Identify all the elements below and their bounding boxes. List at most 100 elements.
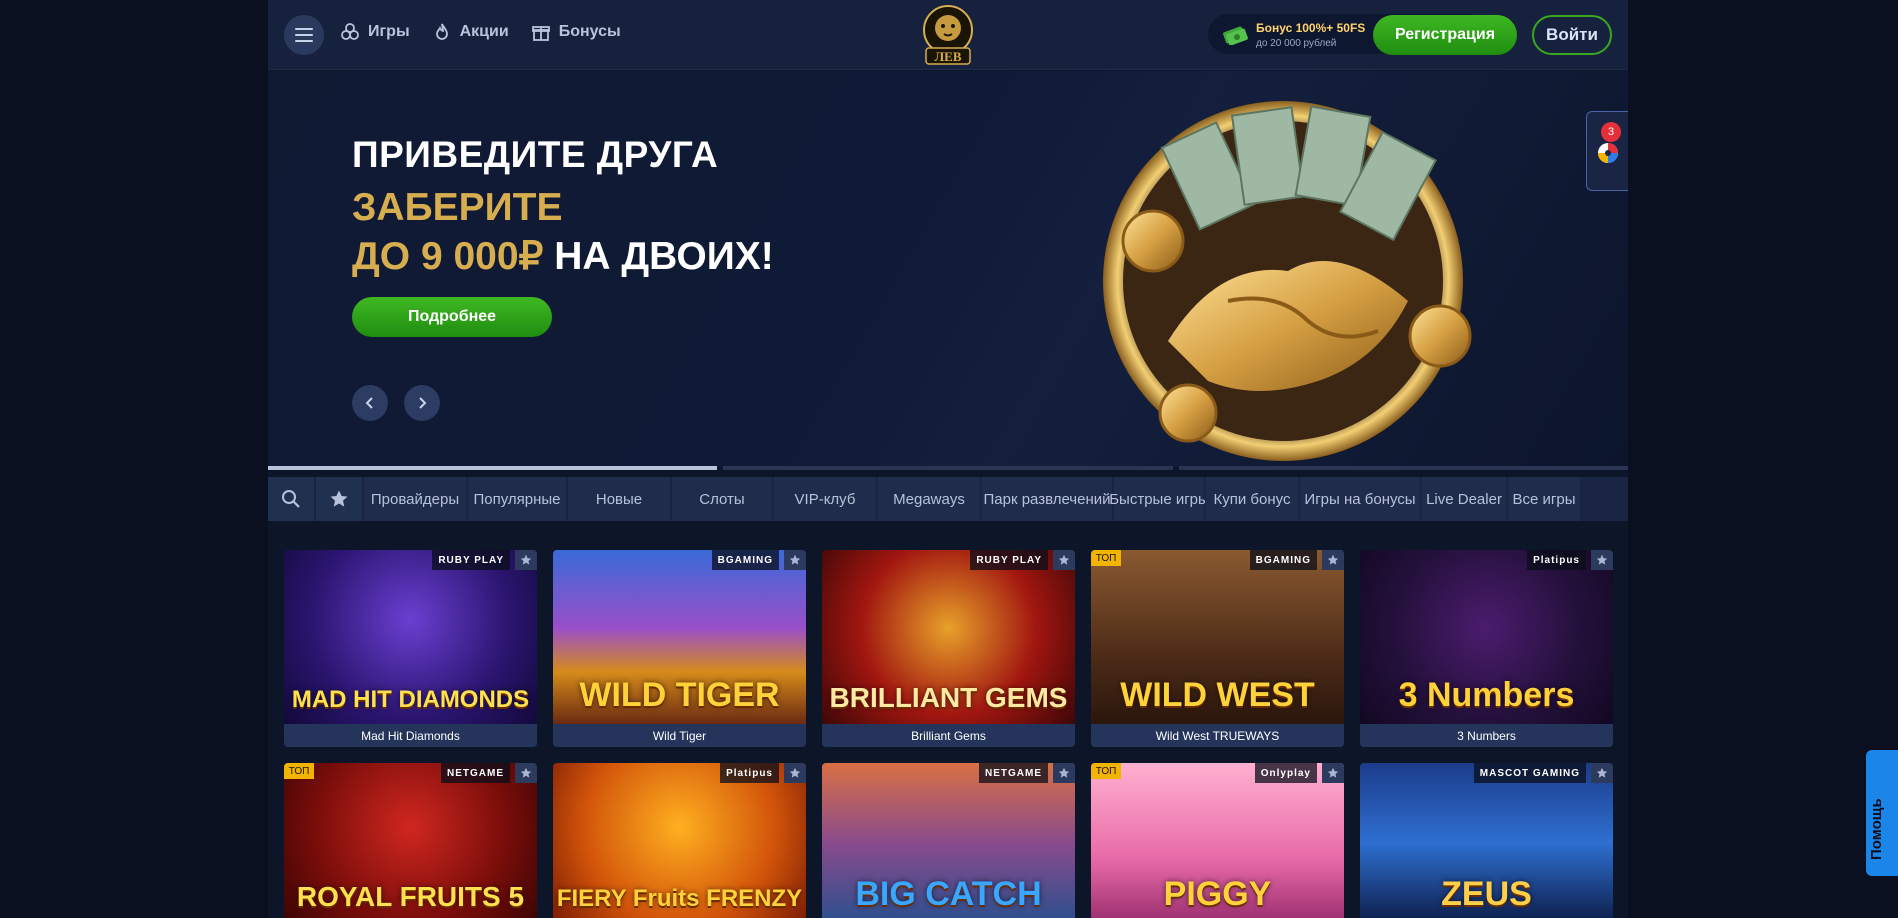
banner-amount-white: НА ДВОИХ! (554, 235, 774, 278)
game-thumbnail[interactable]: BRILLIANT GEMS RUBY PLAY (822, 550, 1075, 724)
category-tab[interactable]: Все игры (1508, 477, 1580, 521)
game-art-title: FIERY Fruits FRENZY (556, 885, 803, 912)
provider-badge: RUBY PLAY (432, 550, 510, 570)
slide-indicator-1[interactable] (268, 466, 718, 470)
favorite-button[interactable] (1591, 550, 1613, 570)
provider-badge: BGAMING (711, 550, 779, 570)
slide-progress (268, 466, 1628, 471)
search-button[interactable] (268, 477, 314, 521)
category-tab[interactable]: Парк развлечений (982, 477, 1112, 521)
category-tab[interactable]: Игры на бонусы (1300, 477, 1420, 521)
game-art-title: MAD HIT DIAMONDS (291, 686, 530, 713)
star-icon (1327, 554, 1339, 565)
top-badge: ТОП (284, 763, 314, 779)
cash-icon (1223, 26, 1248, 45)
game-thumbnail[interactable]: 3 Numbers Platipus (1360, 550, 1613, 724)
category-tab[interactable]: Live Dealer (1422, 477, 1506, 521)
favorite-button[interactable] (1322, 763, 1344, 783)
provider-badge: Onlyplay (1254, 763, 1317, 783)
category-tab[interactable]: Провайдеры (364, 477, 466, 521)
login-button[interactable]: Войти (1532, 15, 1612, 55)
game-name[interactable]: Wild West TRUEWAYS (1091, 724, 1344, 747)
game-thumbnail[interactable]: WILD WEST ТОП BGAMING (1091, 550, 1344, 724)
favorite-button[interactable] (515, 763, 537, 783)
star-icon (520, 767, 532, 778)
favorite-button[interactable] (1053, 763, 1075, 783)
chevron-right-icon (419, 397, 427, 409)
favorite-button[interactable] (784, 763, 806, 783)
games-icon (341, 23, 359, 40)
logo-text: ЛЕВ (934, 49, 961, 64)
game-card[interactable]: BRILLIANT GEMS RUBY PLAY Brilliant Gems (822, 550, 1075, 747)
favorite-button[interactable] (515, 550, 537, 570)
slide-indicator-3[interactable] (1178, 466, 1628, 470)
game-name[interactable]: Brilliant Gems (822, 724, 1075, 747)
game-card[interactable]: WILD WEST ТОП BGAMING Wild West TRUEWAYS (1091, 550, 1344, 747)
register-button[interactable]: Регистрация (1373, 15, 1517, 55)
category-tab[interactable]: Слоты (672, 477, 772, 521)
star-icon (1327, 767, 1339, 778)
menu-button[interactable] (284, 15, 324, 55)
game-art-title: ROYAL FRUITS 5 (296, 881, 525, 912)
game-card[interactable]: FIERY Fruits FRENZY Platipus (553, 763, 806, 918)
game-thumbnail[interactable]: ZEUS MASCOT GAMING (1360, 763, 1613, 918)
lion-logo[interactable]: ЛЕВ (918, 4, 978, 66)
game-art-title: BRILLIANT GEMS (829, 682, 1068, 713)
favorite-button[interactable] (1322, 550, 1344, 570)
star-icon (789, 554, 801, 565)
favorites-button[interactable] (316, 477, 362, 521)
provider-badge: Platipus (1527, 550, 1586, 570)
game-card[interactable]: PIGGY ТОП Onlyplay (1091, 763, 1344, 918)
wheel-widget[interactable]: 3 (1586, 111, 1628, 191)
provider-badge: RUBY PLAY (970, 550, 1048, 570)
game-card[interactable]: ZEUS MASCOT GAMING (1360, 763, 1613, 918)
category-list: Провайдеры Популярные Новые Слоты VIP-клуб Me… (364, 477, 1582, 521)
game-thumbnail[interactable]: FIERY Fruits FRENZY Platipus (553, 763, 806, 918)
star-icon (1596, 554, 1608, 565)
nav-promotions[interactable]: Акции (432, 22, 509, 42)
game-card[interactable]: ROYAL FRUITS 5 ТОП NETGAME (284, 763, 537, 918)
prev-slide-button[interactable] (352, 385, 388, 421)
banner-subtitle: ЗАБЕРИТЕ (352, 186, 563, 229)
game-art-title: PIGGY (1163, 875, 1272, 913)
game-card[interactable]: 3 Numbers Platipus 3 Numbers (1360, 550, 1613, 747)
fortune-wheel-icon (1598, 143, 1618, 163)
game-name[interactable]: Mad Hit Diamonds (284, 724, 537, 747)
fire-icon (435, 23, 448, 40)
banner-amount-gold: ДО 9 000₽ (352, 235, 544, 278)
search-icon (282, 490, 300, 508)
game-card[interactable]: BIG CATCH NETGAME (822, 763, 1075, 918)
nav-bonuses-label: Бонусы (558, 23, 621, 40)
category-tab[interactable]: Популярные (468, 477, 566, 521)
game-name[interactable]: 3 Numbers (1360, 724, 1613, 747)
category-tab[interactable]: VIP-клуб (774, 477, 876, 521)
game-art-title: WILD TIGER (579, 676, 780, 714)
favorite-button[interactable] (1591, 763, 1613, 783)
main-nav: Игры Акции Бонусы (340, 22, 621, 42)
slide-indicator-2[interactable] (723, 466, 1173, 470)
category-bar: Провайдеры Популярные Новые Слоты VIP-клуб Me… (268, 477, 1628, 521)
provider-badge: NETGAME (441, 763, 510, 783)
favorite-button[interactable] (784, 550, 806, 570)
category-tab[interactable]: Новые (568, 477, 670, 521)
nav-games-label: Игры (368, 23, 410, 40)
game-card[interactable]: MAD HIT DIAMONDS RUBY PLAY Mad Hit Diamond… (284, 550, 537, 747)
next-slide-button[interactable] (404, 385, 440, 421)
category-tab[interactable]: Megaways (878, 477, 980, 521)
game-thumbnail[interactable]: PIGGY ТОП Onlyplay (1091, 763, 1344, 918)
game-art-title: ZEUS (1441, 875, 1532, 913)
more-button[interactable]: Подробнее (352, 297, 552, 337)
category-tab[interactable]: Купи бонус (1206, 477, 1298, 521)
favorite-button[interactable] (1053, 550, 1075, 570)
game-art-title: 3 Numbers (1398, 676, 1575, 714)
help-tab[interactable]: Помощь (1866, 750, 1898, 876)
nav-games[interactable]: Игры (340, 22, 410, 42)
game-thumbnail[interactable]: WILD TIGER BGAMING (553, 550, 806, 724)
nav-bonuses[interactable]: Бонусы (531, 22, 621, 42)
game-thumbnail[interactable]: MAD HIT DIAMONDS RUBY PLAY (284, 550, 537, 724)
game-name[interactable]: Wild Tiger (553, 724, 806, 747)
category-tab[interactable]: Быстрые игры (1109, 477, 1209, 521)
game-thumbnail[interactable]: ROYAL FRUITS 5 ТОП NETGAME (284, 763, 537, 918)
game-thumbnail[interactable]: BIG CATCH NETGAME (822, 763, 1075, 918)
game-card[interactable]: WILD TIGER BGAMING Wild Tiger (553, 550, 806, 747)
